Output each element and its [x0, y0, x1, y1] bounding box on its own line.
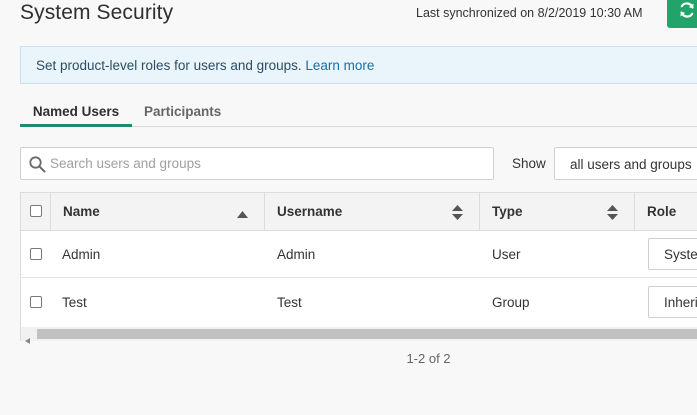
system-security-page: System Security Last synchronized on 8/2… [0, 0, 697, 415]
column-header-username[interactable]: Username [265, 193, 480, 230]
show-label: Show [512, 156, 546, 171]
row-checkbox[interactable] [30, 248, 42, 260]
horizontal-scrollbar[interactable] [21, 327, 697, 344]
column-label-name: Name [63, 204, 100, 219]
table-row: Admin Admin User System Administrator [21, 231, 697, 278]
cell-type: Group [492, 295, 530, 310]
sync-button[interactable] [667, 0, 697, 28]
scroll-left-icon[interactable] [25, 331, 30, 349]
cell-type: User [492, 247, 521, 262]
search-input[interactable] [50, 148, 490, 179]
role-select[interactable]: System Administrator [648, 238, 697, 270]
tab-participants[interactable]: Participants [144, 104, 221, 119]
column-header-role: Role [635, 193, 697, 230]
sort-icon [607, 205, 618, 223]
page-title: System Security [20, 1, 174, 24]
show-filter-select[interactable]: all users and groups [554, 147, 697, 180]
scrollbar-thumb[interactable] [37, 329, 697, 339]
info-banner: Set product-level roles for users and gr… [20, 46, 697, 84]
last-synchronized-text: Last synchronized on 8/2/2019 10:30 AM [416, 6, 643, 20]
search-box [20, 147, 494, 180]
column-label-type: Type [492, 204, 523, 219]
cell-name: Test [62, 295, 87, 310]
tab-named-users[interactable]: Named Users [20, 104, 132, 127]
cell-username: Test [277, 295, 302, 310]
tab-bar: Named Users Participants [20, 96, 697, 127]
role-select[interactable]: Inherited [648, 286, 697, 318]
users-table: Name Username Type Role Admin Admin User… [20, 192, 697, 344]
select-all-cell [21, 193, 51, 230]
learn-more-link[interactable]: Learn more [305, 58, 374, 73]
table-row: Test Test Group Inherited [21, 279, 697, 326]
refresh-icon [677, 0, 697, 25]
table-header: Name Username Type Role [21, 193, 697, 231]
row-checkbox[interactable] [30, 296, 42, 308]
cell-username: Admin [277, 247, 316, 262]
column-header-name[interactable]: Name [51, 193, 265, 230]
column-label-username: Username [277, 204, 343, 219]
pagination-summary: 1-2 of 2 [406, 351, 451, 366]
column-header-type[interactable]: Type [480, 193, 635, 230]
cell-name: Admin [62, 247, 101, 262]
sort-ascending-icon [237, 206, 248, 221]
select-all-checkbox[interactable] [30, 205, 42, 217]
column-label-role: Role [647, 204, 677, 219]
sort-icon [452, 205, 463, 223]
info-banner-text: Set product-level roles for users and gr… [36, 58, 306, 73]
